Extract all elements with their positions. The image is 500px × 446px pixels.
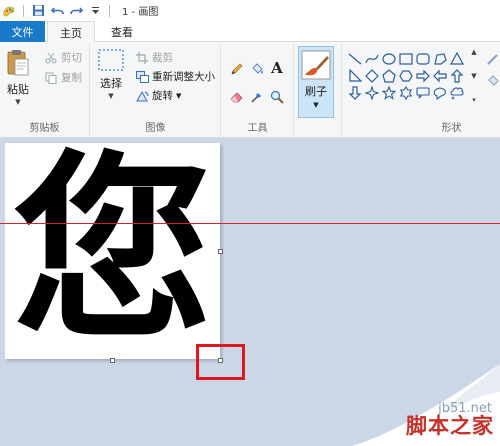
triangle-icon[interactable] (448, 50, 465, 67)
diamond-icon[interactable] (363, 67, 380, 84)
callout-rounded-icon[interactable] (414, 84, 431, 101)
ribbon-tabs: 文件 主页 查看 (0, 21, 500, 43)
quick-access-toolbar (2, 4, 112, 18)
arrow-left-icon[interactable] (431, 67, 448, 84)
brushes-group (294, 44, 342, 136)
callout-cloud-icon[interactable] (448, 84, 465, 101)
fill-icon[interactable] (486, 74, 500, 88)
outline-icon[interactable] (486, 52, 500, 66)
resize-button[interactable]: 重新调整大小 (135, 69, 215, 84)
arrow-down-icon[interactable] (346, 84, 363, 101)
curve-icon[interactable] (363, 50, 380, 67)
color-picker-icon[interactable] (250, 90, 264, 104)
scroll-down-icon[interactable]: ▼ (471, 72, 476, 80)
crop-icon (135, 51, 149, 65)
clipboard-group-label: 剪贴板 (29, 123, 60, 134)
pencil-icon[interactable] (230, 62, 244, 76)
tab-file[interactable]: 文件 (0, 21, 45, 42)
title-bar: 1 - 画图 (0, 0, 500, 21)
star5-icon[interactable] (380, 84, 397, 101)
rectangle-icon[interactable] (397, 50, 414, 67)
arrow-right-icon[interactable] (414, 67, 431, 84)
tools-group-label: 工具 (247, 123, 268, 134)
copy-icon (44, 71, 58, 85)
ribbon: 粘贴 ▼ 剪切 复制 剪贴板 选择 ▼ 裁剪 重新调整大小 旋转 ▼ 图像 A … (0, 42, 500, 138)
crop-label: 裁剪 (152, 52, 173, 64)
callout-oval-icon[interactable] (431, 84, 448, 101)
gallery-expand-icon[interactable]: ▾ (472, 96, 476, 104)
select-label: 选择 (100, 77, 122, 90)
save-icon[interactable] (31, 4, 45, 18)
shapes-gallery (346, 50, 465, 101)
right-triangle-icon[interactable] (346, 67, 363, 84)
canvas-character: 您 (12, 143, 213, 359)
rounded-rectangle-icon[interactable] (414, 50, 431, 67)
fill-bucket-icon[interactable] (250, 62, 264, 76)
hexagon-icon[interactable] (397, 67, 414, 84)
highlight-box (196, 344, 245, 380)
chevron-down-icon: ▼ (108, 92, 114, 100)
undo-icon[interactable] (50, 4, 64, 18)
canvas-workspace: 您 jb51.net 脚本之家 (0, 139, 500, 446)
window-title: 1 - 画图 (122, 7, 159, 18)
text-tool-icon[interactable]: A (270, 59, 284, 77)
rotate-label: 旋转 (152, 90, 173, 102)
copy-button[interactable]: 复制 (44, 70, 82, 85)
customize-qat-icon[interactable] (88, 4, 102, 18)
shapes-gallery-scroll[interactable]: ▲ ▼ ▾ (468, 48, 480, 104)
eraser-icon[interactable] (230, 90, 244, 104)
rotate-button[interactable]: 旋转 ▼ (135, 88, 181, 103)
image-group-label: 图像 (145, 123, 166, 134)
paste-label: 粘贴 (7, 83, 29, 96)
select-button[interactable]: 选择 ▼ (97, 48, 125, 100)
star6-icon[interactable] (397, 84, 414, 101)
watermark-name: 脚本之家 (406, 414, 494, 438)
resize-handle-right[interactable] (218, 249, 223, 254)
select-icon (98, 49, 124, 71)
rotate-icon (135, 89, 149, 103)
paste-button[interactable]: 粘贴 ▼ (6, 48, 30, 106)
tab-view[interactable]: 查看 (99, 21, 145, 42)
resize-handle-bottom[interactable] (110, 358, 115, 363)
resize-label: 重新调整大小 (152, 71, 215, 83)
paint-app-icon[interactable] (2, 4, 16, 18)
qat-divider (23, 4, 24, 17)
image-group: 选择 ▼ 裁剪 重新调整大小 旋转 ▼ 图像 (91, 44, 221, 136)
clipboard-group: 粘贴 ▼ 剪切 复制 剪贴板 (0, 44, 90, 136)
oval-icon[interactable] (380, 50, 397, 67)
line-icon[interactable] (346, 50, 363, 67)
tools-group: A 工具 (222, 44, 294, 136)
chevron-down-icon: ▼ (176, 91, 182, 100)
scroll-up-icon[interactable]: ▲ (471, 48, 476, 56)
crop-button[interactable]: 裁剪 (135, 50, 173, 65)
drawing-canvas[interactable]: 您 (5, 143, 220, 359)
scissors-icon (44, 51, 58, 65)
pentagon-icon[interactable] (380, 67, 397, 84)
chevron-down-icon: ▼ (15, 98, 21, 106)
guide-line (0, 223, 500, 224)
magnifier-icon[interactable] (270, 90, 284, 104)
shapes-group-label: 形状 (441, 123, 462, 134)
cut-button[interactable]: 剪切 (44, 50, 82, 65)
polygon-icon[interactable] (431, 50, 448, 67)
qat-divider (109, 4, 110, 17)
tab-home[interactable]: 主页 (47, 21, 95, 43)
star4-icon[interactable] (363, 84, 380, 101)
arrow-up-icon[interactable] (448, 67, 465, 84)
resize-icon (135, 70, 149, 84)
copy-label: 复制 (61, 72, 82, 84)
paste-icon (7, 50, 29, 76)
cut-label: 剪切 (61, 52, 82, 64)
redo-icon[interactable] (69, 4, 83, 18)
